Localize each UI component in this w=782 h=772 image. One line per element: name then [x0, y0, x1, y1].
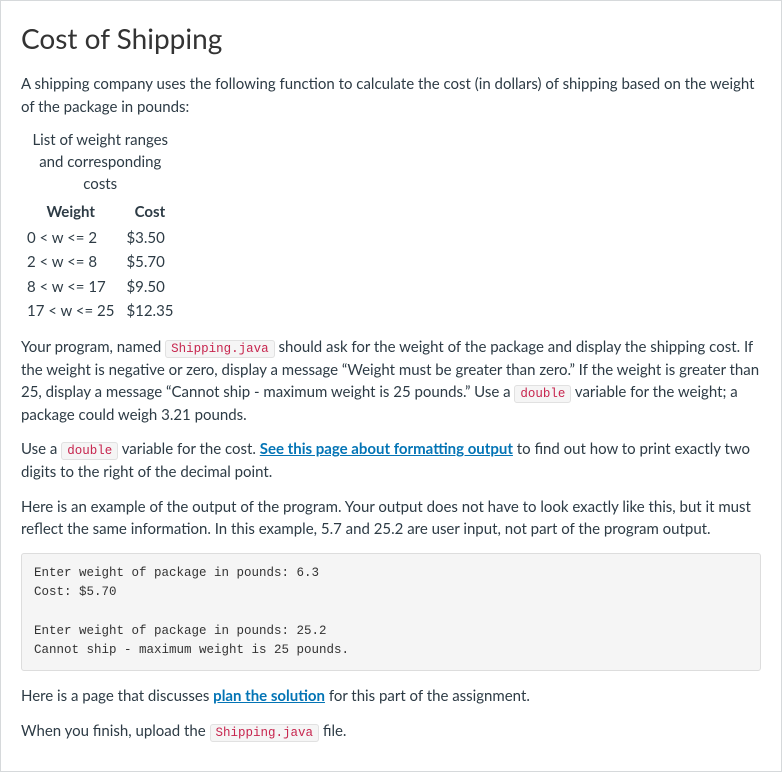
- plan-solution-link[interactable]: plan the solution: [213, 687, 325, 705]
- example-intro-paragraph: Here is an example of the output of the …: [21, 496, 761, 541]
- document-page: Cost of Shipping A shipping company uses…: [0, 0, 782, 772]
- weight-range: 8 < w <= 17: [21, 275, 120, 300]
- page-title: Cost of Shipping: [21, 17, 761, 59]
- plan-paragraph: Here is a page that discusses plan the s…: [21, 685, 761, 708]
- text: Here is a page that discusses: [21, 687, 213, 705]
- finish-paragraph: When you finish, upload the Shipping.jav…: [21, 720, 761, 743]
- weight-range: 17 < w <= 25: [21, 299, 120, 324]
- program-spec-paragraph: Your program, named Shipping.java should…: [21, 336, 761, 427]
- table-row: 17 < w <= 25 $12.35: [21, 299, 179, 324]
- table-row: 8 < w <= 17 $9.50: [21, 275, 179, 300]
- intro-paragraph: A shipping company uses the following fu…: [21, 73, 761, 118]
- text: variable for the cost.: [122, 440, 260, 458]
- sample-output-block: Enter weight of package in pounds: 6.3 C…: [21, 553, 761, 672]
- code-filename: Shipping.java: [210, 724, 320, 742]
- code-type: double: [514, 385, 571, 403]
- weight-cost: $9.50: [120, 275, 179, 300]
- weight-range: 2 < w <= 8: [21, 250, 120, 275]
- formatting-paragraph: Use a double variable for the cost. See …: [21, 438, 761, 483]
- weight-cost: $3.50: [120, 226, 179, 251]
- text: for this part of the assignment.: [329, 687, 530, 705]
- col-header-cost: Cost: [120, 199, 179, 226]
- formatting-output-link[interactable]: See this page about formatting output: [260, 440, 513, 458]
- text: When you finish, upload the: [21, 722, 210, 740]
- weight-cost: $12.35: [120, 299, 179, 324]
- code-type: double: [61, 442, 118, 460]
- weight-cost: $5.70: [120, 250, 179, 275]
- text: Use a: [21, 440, 61, 458]
- col-header-weight: Weight: [21, 199, 120, 226]
- table-row: 0 < w <= 2 $3.50: [21, 226, 179, 251]
- code-filename: Shipping.java: [165, 340, 275, 358]
- weight-cost-table: List of weight ranges and corresponding …: [21, 130, 179, 324]
- text: Your program, named: [21, 338, 165, 356]
- table-caption: List of weight ranges and corresponding …: [21, 130, 179, 199]
- table-row: 2 < w <= 8 $5.70: [21, 250, 179, 275]
- text: file.: [323, 722, 347, 740]
- weight-range: 0 < w <= 2: [21, 226, 120, 251]
